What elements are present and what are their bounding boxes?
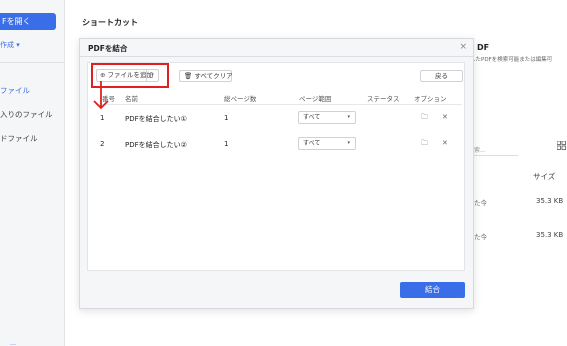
search-input[interactable]: 索... [474, 145, 486, 154]
page-range-value: すべて [303, 114, 321, 121]
back-button[interactable]: 戻る [420, 70, 463, 82]
sidebar-divider [0, 62, 64, 63]
sidebar-item-files[interactable]: ファイル [0, 85, 30, 96]
bg-row-time: た今 [474, 233, 487, 241]
trash-icon: 🗑 [184, 72, 193, 80]
column-header-options: オプション [414, 95, 447, 103]
ocr-card-title: DF [477, 43, 490, 52]
shortcut-title: ショートカット [82, 18, 138, 27]
bg-row-size: 35.3 KB [536, 231, 564, 239]
column-header-name: 名前 [125, 95, 138, 103]
size-column-header: サイズ [533, 172, 556, 181]
clear-all-button[interactable]: 🗑 すべてクリア [179, 70, 233, 82]
page-range-select[interactable]: すべて ▾ [298, 111, 356, 124]
ocr-card-desc: したPDFを検索可能または編集可 [470, 57, 553, 63]
row-number: 1 [100, 114, 105, 122]
chevron-down-icon: ▾ [347, 114, 350, 120]
sidebar: Fを開く 作成 ▾ ファイル 入りのファイル ドファイル … [0, 0, 65, 346]
open-pdf-button[interactable]: Fを開く [0, 13, 56, 30]
column-header-range: ページ範囲 [299, 95, 332, 103]
row-filename: PDFを結合したい① [125, 115, 187, 123]
bg-row-size: 35.3 KB [536, 197, 564, 205]
close-icon[interactable]: × [459, 42, 467, 52]
row-pages: 1 [224, 140, 229, 148]
file-list-panel: ⊕ ファイルを追加 ▾ 🗑 すべてクリア 戻る 番号 名前 総ページ数 ページ範… [87, 62, 465, 271]
column-header-pages: 総ページ数 [224, 95, 257, 103]
grid-view-icon[interactable] [556, 140, 566, 153]
folder-icon[interactable]: 🗀 [421, 113, 428, 124]
dialog-title: PDFを結合 [88, 44, 128, 53]
sidebar-item-favorites[interactable]: 入りのファイル [0, 109, 53, 120]
sidebar-item-cloud-files[interactable]: ドファイル [0, 133, 38, 144]
merge-button[interactable]: 結合 [400, 282, 465, 298]
search-underline [470, 155, 518, 156]
sidebar-bottom-indicator: … [10, 340, 16, 346]
remove-icon[interactable]: ✕ [442, 139, 448, 147]
remove-icon[interactable]: ✕ [442, 113, 448, 121]
header-divider [96, 104, 462, 105]
red-arrow-icon [93, 81, 109, 110]
merge-pdf-dialog: PDFを結合 × ⊕ ファイルを追加 ▾ 🗑 すべてクリア 戻る 番号 名前 総… [79, 38, 474, 309]
dialog-divider [80, 56, 473, 57]
column-header-status: ステータス [367, 95, 400, 103]
row-filename: PDFを結合したい② [125, 141, 187, 149]
page-range-value: すべて [303, 140, 321, 147]
bg-row-time: た今 [474, 199, 487, 207]
page-range-select[interactable]: すべて ▾ [298, 137, 356, 150]
create-dropdown-link[interactable]: 作成 ▾ [0, 40, 20, 50]
folder-icon[interactable]: 🗀 [421, 139, 428, 150]
clear-all-label: すべてクリア [194, 72, 233, 80]
row-number: 2 [100, 140, 105, 148]
row-pages: 1 [224, 114, 229, 122]
chevron-down-icon: ▾ [347, 140, 350, 146]
